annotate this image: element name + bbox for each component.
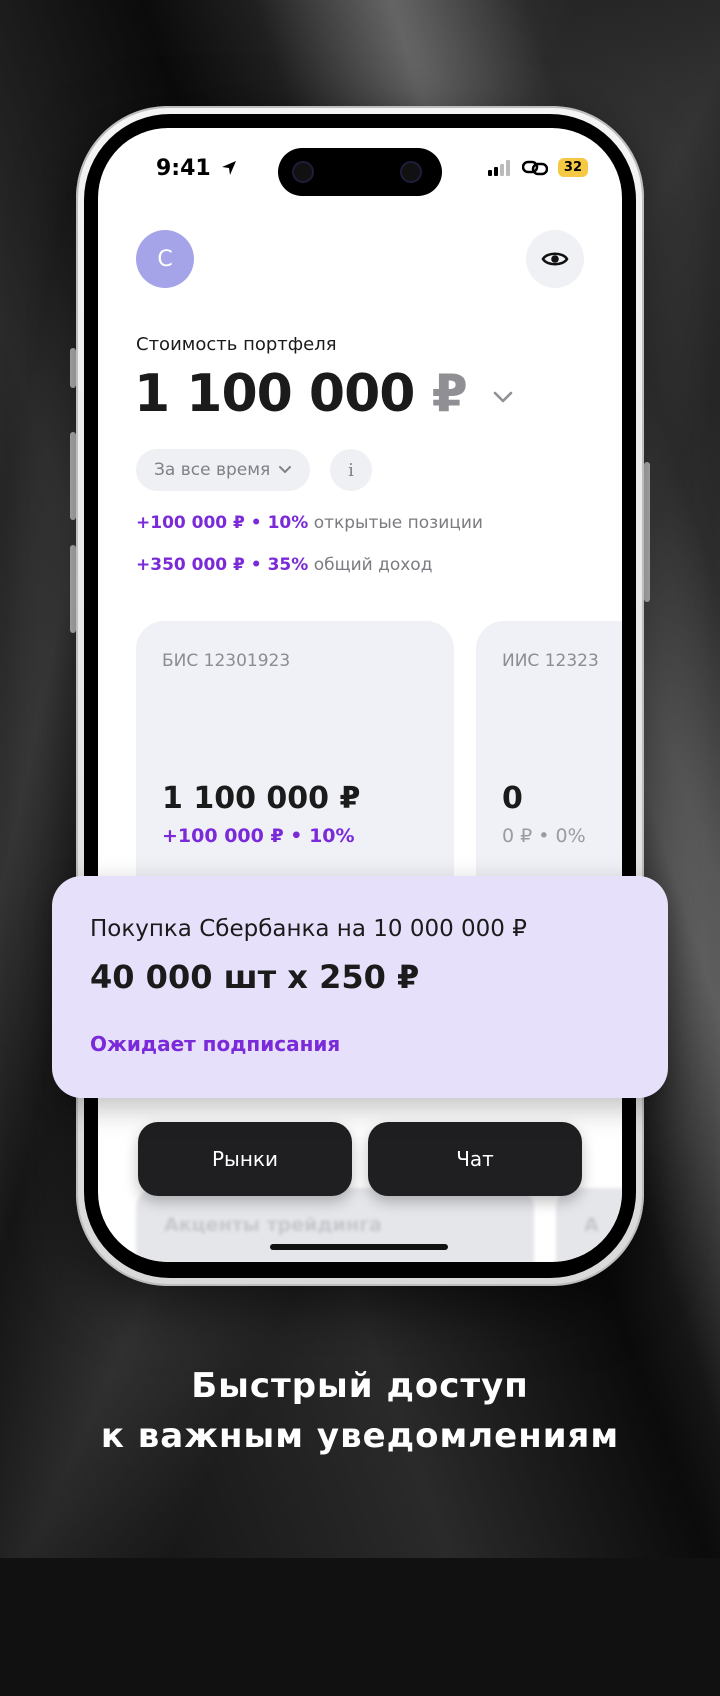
status-time: 9:41	[156, 156, 238, 181]
dynamic-island	[278, 148, 442, 196]
portfolio-value[interactable]: 1 100 000 ₽	[134, 364, 514, 424]
portfolio-currency: ₽	[431, 364, 468, 424]
open-positions-label: открытые позиции	[313, 513, 483, 533]
info-button[interactable]: i	[330, 449, 372, 491]
notification-status[interactable]: Ожидает подписания	[90, 1032, 340, 1056]
account-name: ИИС 12323	[502, 651, 599, 671]
total-income-label: общий доход	[313, 555, 433, 575]
account-value: 0	[502, 781, 523, 816]
chat-button[interactable]: Чат	[368, 1122, 582, 1196]
notification-banner[interactable]: Покупка Сбербанка на 10 000 000 ₽ 40 000…	[52, 876, 668, 1098]
feed-card[interactable]: Акценты трейдинга	[136, 1188, 534, 1262]
period-label: За все время	[154, 460, 271, 480]
notification-title: Покупка Сбербанка на 10 000 000 ₽	[90, 916, 527, 942]
caption-line-2: к важным уведомлениям	[100, 1416, 620, 1456]
eye-icon	[541, 252, 569, 266]
battery-indicator: 32	[557, 158, 588, 177]
total-income-stat: +350 000 ₽ • 35% общий доход	[136, 555, 432, 575]
chevron-down-icon[interactable]	[492, 390, 514, 404]
status-icons: 32	[487, 158, 588, 177]
avatar[interactable]: С	[136, 230, 194, 288]
chevron-down-icon	[279, 466, 292, 474]
home-indicator[interactable]	[270, 1244, 448, 1250]
toggle-visibility-button[interactable]	[526, 230, 584, 288]
total-income-amount: +350 000 ₽ • 35%	[136, 555, 309, 575]
feed-card[interactable]: А	[556, 1188, 622, 1262]
link-icon	[521, 160, 548, 175]
open-positions-amount: +100 000 ₽ • 10%	[136, 513, 309, 533]
feed-card-title: Акценты трейдинга	[164, 1214, 382, 1236]
markets-button[interactable]: Рынки	[138, 1122, 352, 1196]
caption-line-1: Быстрый доступ	[191, 1366, 529, 1406]
portfolio-label: Стоимость портфеля	[136, 334, 337, 355]
account-delta: 0 ₽ • 0%	[502, 825, 586, 847]
phone-side-button	[644, 462, 650, 602]
account-name: БИС 12301923	[162, 651, 291, 671]
notification-amount: 40 000 шт х 250 ₽	[90, 958, 420, 996]
period-selector[interactable]: За все время	[136, 449, 311, 491]
location-arrow-icon	[222, 161, 237, 175]
account-value: 1 100 000 ₽	[162, 781, 361, 816]
feed-card-title: А	[584, 1214, 599, 1236]
signal-icon	[487, 159, 510, 176]
portfolio-amount: 1 100 000	[134, 364, 415, 424]
account-delta: +100 000 ₽ • 10%	[162, 825, 355, 847]
open-positions-stat: +100 000 ₽ • 10% открытые позиции	[136, 513, 483, 533]
